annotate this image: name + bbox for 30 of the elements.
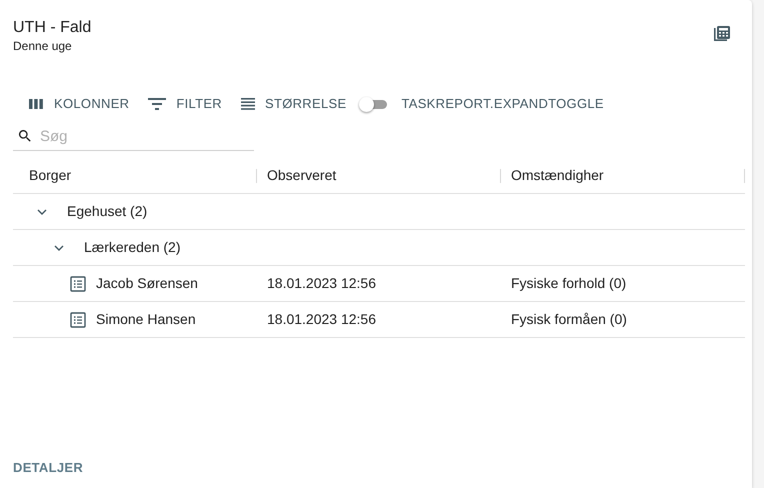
toggle-label: TASKREPORT.EXPANDTOGGLE [401,95,604,114]
list-icon[interactable] [70,312,86,328]
density-button[interactable]: STØRRELSE [241,92,346,116]
table-cell-text: Fysisk formåen (0) [511,310,627,329]
column-header[interactable]: Omstændigher [501,165,604,186]
lines-icon [241,98,255,110]
card-title: UTH - Fald [13,18,92,38]
table-cell-text: 18.01.2023 12:56 [267,274,376,293]
search-icon [17,128,33,144]
group-label: Egehuset (2) [67,202,148,221]
table-cell-text: Fysiske forhold (0) [511,274,626,293]
chevron-icon[interactable] [54,244,64,250]
group-label: Lærkereden (2) [84,238,180,257]
list-icon[interactable] [70,276,86,292]
columns-button[interactable]: KOLONNER [28,92,130,116]
table-cell-text: 18.01.2023 12:56 [267,310,376,329]
filter-button[interactable]: FILTER [148,92,222,116]
calculator-icon [712,24,732,44]
toggle-switch[interactable] [359,97,388,111]
card-subtitle: Denne uge [13,38,73,54]
filter-icon [148,97,166,111]
column-header[interactable]: Borger [13,165,72,186]
table-cell-text: Jacob Sørensen [96,274,198,293]
columns-icon [28,98,44,110]
chevron-icon[interactable] [37,208,47,214]
search-field[interactable]: Søg [13,122,254,151]
column-header[interactable]: Observeret [257,165,336,186]
details-link[interactable]: DETALJER [13,458,84,478]
table-cell-text: Simone Hansen [96,310,196,329]
calculator-button[interactable] [712,24,732,44]
